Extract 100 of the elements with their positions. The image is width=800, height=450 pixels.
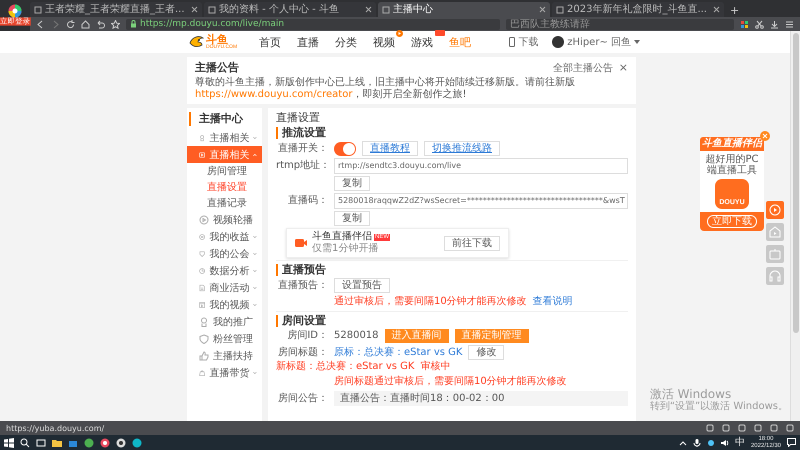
sidebar-item[interactable]: 视频轮播: [187, 211, 262, 228]
menu-item-icon: [199, 300, 206, 310]
live-toggle[interactable]: [334, 142, 356, 156]
notification-icon[interactable]: [787, 438, 796, 447]
apps-icon[interactable]: [740, 20, 749, 28]
field-label: 房间公告：: [277, 392, 328, 404]
submenu-item[interactable]: 直播记录: [187, 195, 262, 211]
sidebar-item[interactable]: 主播相关: [187, 129, 262, 146]
rtmp-field[interactable]: rtmp://sendtc3.douyu.com/live: [334, 158, 628, 174]
close-button[interactable]: ×: [618, 61, 628, 74]
warning-text: 房间标题通过审核后，需要间隔10分钟才能再次修改: [334, 376, 567, 388]
menu-item-icon: [199, 132, 206, 142]
task-view-icon[interactable]: [36, 438, 46, 448]
menu-item-icon: [199, 214, 209, 224]
notice-text: 尊敬的斗鱼主播，新版创作中心已上线，旧主播中心将开始陆续迁移新版。请前往新版 https://www.douyu.com/creator，即刻开启全新创作之旅!: [195, 77, 576, 101]
search-icon[interactable]: [20, 438, 30, 448]
chat-app-icon[interactable]: [132, 438, 142, 448]
browser-tab[interactable]: 主播中心: [378, 2, 550, 17]
scrollbar[interactable]: [790, 31, 800, 421]
folder-icon[interactable]: [52, 438, 62, 448]
caret-icon[interactable]: [634, 40, 640, 44]
help-link[interactable]: 查看说明: [532, 296, 573, 308]
app-icon[interactable]: [116, 438, 126, 448]
nav-link[interactable]: 视频: [373, 36, 396, 48]
tray-caret-icon[interactable]: [678, 438, 687, 446]
back-icon[interactable]: [36, 20, 45, 28]
chevron-icon: [253, 268, 257, 272]
sidebar-item[interactable]: 我的公会: [187, 245, 262, 262]
warning-text: 通过审核后，需要间隔10分钟才能再次修改: [334, 296, 527, 308]
home-icon[interactable]: [81, 20, 90, 28]
fish-logo-icon[interactable]: [188, 34, 204, 50]
menu-item-icon: [199, 334, 209, 344]
section-heading: 直播预告: [276, 264, 628, 276]
undo-icon[interactable]: [96, 20, 105, 28]
old-title: 原标：总决赛：eStar vs GK: [334, 346, 462, 358]
sidebar-title: 主播中心: [189, 112, 262, 126]
download-button[interactable]: 前往下载: [444, 236, 500, 250]
close-icon[interactable]: [191, 6, 198, 13]
copy-button[interactable]: 复制: [334, 176, 370, 191]
close-icon[interactable]: [539, 6, 546, 13]
user-name[interactable]: zHiper~ 回鱼: [567, 35, 631, 49]
address-bar[interactable]: https://mp.douyu.com/live/main: [126, 18, 500, 30]
sidebar-item[interactable]: 我的收益: [187, 228, 262, 245]
field-label: 直播开关：: [277, 142, 328, 154]
download-icon[interactable]: [770, 20, 779, 28]
set-preview-button[interactable]: 设置预告: [334, 278, 390, 293]
ime-indicator[interactable]: 中: [734, 437, 745, 448]
browser-icon[interactable]: [100, 438, 110, 448]
browser-tab[interactable]: 王者荣耀_王者荣耀直播_王者...: [30, 2, 202, 17]
room-id: 5280018: [334, 330, 379, 342]
new-tab-button[interactable]: +: [726, 4, 744, 17]
refresh-icon[interactable]: [66, 20, 75, 28]
menu-item-icon: [199, 350, 209, 360]
sidebar-item[interactable]: 商业活动: [187, 279, 262, 296]
avatar[interactable]: [552, 36, 564, 48]
sidebar-item[interactable]: 主播扶持: [187, 347, 262, 364]
nav-link[interactable]: 首页: [259, 36, 282, 48]
link-button[interactable]: 切换推流线路: [424, 141, 500, 156]
new-title: 新标题：总决赛：eStar vs GK: [276, 361, 414, 373]
sidebar-item[interactable]: 我的视频: [187, 296, 262, 313]
chevron-icon: [253, 136, 257, 140]
close-icon[interactable]: [365, 6, 372, 13]
nav-link[interactable]: 分类: [335, 36, 358, 48]
section-heading: 推流设置: [276, 127, 628, 139]
nav-link[interactable]: 直播: [297, 36, 320, 48]
chevron-icon: [253, 152, 257, 156]
browser-tab[interactable]: 我的资料 - 个人中心 - 斗鱼: [204, 2, 376, 17]
play-add-icon[interactable]: [766, 201, 784, 219]
menu-icon[interactable]: [785, 20, 794, 28]
nav-link[interactable]: 游戏: [411, 36, 434, 48]
copy-button[interactable]: 复制: [334, 211, 370, 226]
sidebar-item[interactable]: 直播带货: [187, 364, 262, 381]
scissors-icon[interactable]: [755, 20, 764, 28]
section-heading: 房间设置: [276, 315, 628, 327]
submenu-item[interactable]: 直播设置: [187, 179, 262, 195]
app-icon[interactable]: [84, 438, 94, 448]
menu-item-icon: [199, 150, 206, 160]
download-link[interactable]: 下载: [518, 35, 538, 49]
sidebar-item[interactable]: 数据分析: [187, 262, 262, 279]
notice-title: 主播公告: [195, 60, 240, 75]
edit-button[interactable]: 修改: [468, 345, 504, 360]
windows-icon[interactable]: [4, 438, 14, 448]
microphone-icon[interactable]: [692, 438, 701, 446]
page-icon: [382, 6, 390, 14]
phone-icon: [509, 37, 516, 47]
close-icon[interactable]: [713, 6, 720, 13]
link-button[interactable]: 直播教程: [362, 141, 418, 156]
field-label: rtmp地址：: [276, 160, 328, 172]
all-notices-link[interactable]: 全部主播公告: [552, 60, 613, 74]
sidebar-item[interactable]: 粉丝管理: [187, 330, 262, 347]
field-label: 直播预告：: [277, 280, 328, 292]
chevron-icon: [253, 234, 257, 238]
star-icon[interactable]: [111, 20, 120, 28]
browser-tab[interactable]: 2023年新年礼盒限时_斗鱼直...: [552, 2, 724, 17]
announcement-field[interactable]: 直播公告：直播时间18：00-02：00: [334, 391, 628, 406]
stream-key-field[interactable]: 5280018raqqwZ2dZ?wsSecret=**********************************&wsT: [334, 193, 628, 209]
activation-note: 转到“设置”以激活 Windows。: [650, 401, 788, 413]
sidebar-item[interactable]: 我的推广: [187, 313, 262, 330]
chevron-icon: [253, 370, 257, 374]
submenu-item[interactable]: 房间管理: [187, 163, 262, 179]
